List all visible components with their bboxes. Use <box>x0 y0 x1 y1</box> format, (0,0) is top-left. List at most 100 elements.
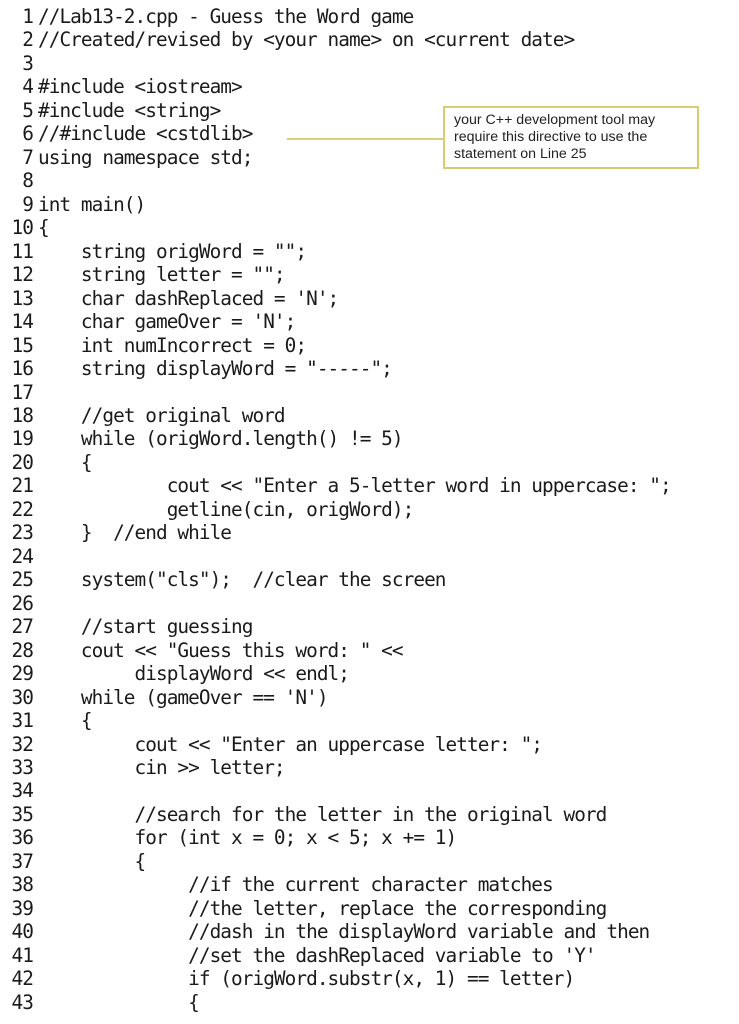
code-text: int numIncorrect = 0; <box>38 333 307 357</box>
code-line: 34 <box>0 779 671 802</box>
line-number: 40 <box>11 920 34 944</box>
code-line: 31 { <box>0 709 671 732</box>
line-number: 41 <box>11 943 34 967</box>
code-line: 9 int main() <box>0 193 671 216</box>
code-text: while (origWord.length() != 5) <box>38 427 404 451</box>
code-text: { <box>38 849 147 873</box>
code-line: 17 <box>0 381 671 404</box>
code-line: 36 for (int x = 0; x < 5; x += 1) <box>0 826 671 849</box>
code-text: cout << "Enter an uppercase letter: "; <box>38 732 543 756</box>
line-number: 16 <box>11 357 34 381</box>
line-number: 12 <box>11 263 34 287</box>
code-line: 29 displayWord << endl; <box>0 662 671 685</box>
line-number: 36 <box>11 826 34 850</box>
line-number: 2 <box>22 28 34 52</box>
code-text: //search for the letter in the original … <box>38 802 608 826</box>
code-line: 21 cout << "Enter a 5-letter word in upp… <box>0 474 672 498</box>
code-text: { <box>38 709 93 733</box>
code-text: } //end while <box>38 521 232 545</box>
line-number: 38 <box>11 873 34 897</box>
code-text: cout << "Guess this word: " << <box>38 638 404 662</box>
line-number: 1 <box>22 5 34 28</box>
line-number: 34 <box>11 779 34 803</box>
callout-leader-line <box>287 138 444 140</box>
callout-text-line: require this directive to use the <box>454 129 648 145</box>
code-line: 42 if (origWord.substr(x, 1) == letter) <box>0 967 671 990</box>
code-line: 16 string displayWord = "-----"; <box>0 357 671 380</box>
code-line: 43 { <box>0 991 671 1014</box>
code-text: //#include <cstdlib> <box>38 122 253 146</box>
code-line: 37 { <box>0 850 671 873</box>
code-line: 38 //if the current character matches <box>0 873 671 896</box>
line-number: 17 <box>11 380 34 404</box>
code-text: using namespace std; <box>38 145 253 169</box>
line-number: 20 <box>11 450 34 474</box>
line-number: 35 <box>11 802 34 826</box>
line-number: 4 <box>22 75 34 99</box>
code-text: char dashReplaced = 'N'; <box>38 286 339 310</box>
code-line: 1//Lab13-2.cpp - Guess the Word game <box>0 5 671 28</box>
code-text: #include <string> <box>38 98 221 122</box>
code-text: { <box>38 990 200 1014</box>
code-text: while (gameOver == 'N') <box>38 685 329 709</box>
code-line: 24 <box>0 545 671 568</box>
line-number: 3 <box>22 51 34 75</box>
code-line: 25 system("cls"); //clear the screen <box>0 568 671 591</box>
line-number: 30 <box>11 685 34 709</box>
code-line: 26 <box>0 592 671 615</box>
line-number: 6 <box>22 122 34 146</box>
code-text: string origWord = ""; <box>38 239 307 263</box>
code-line: 11 string origWord = ""; <box>0 240 671 263</box>
line-number: 23 <box>11 521 34 545</box>
code-line: 8 <box>0 169 671 192</box>
line-number: 18 <box>11 403 34 427</box>
code-line: 33 cin >> letter; <box>0 756 671 779</box>
code-text: //set the dashReplaced variable to 'Y' <box>38 943 596 967</box>
code-line: 3 <box>0 52 671 75</box>
code-line: 10{ <box>0 216 671 239</box>
line-number: 39 <box>11 896 34 920</box>
code-text: for (int x = 0; x < 5; x += 1) <box>38 826 458 850</box>
code-text: //Created/revised by <your name> on <cur… <box>38 28 575 52</box>
line-number: 14 <box>11 310 34 334</box>
code-text: { <box>38 450 93 474</box>
code-line: 12 string letter = ""; <box>0 263 671 286</box>
code-text: cout << "Enter a 5-letter word in upperc… <box>38 474 672 498</box>
code-text: int main() <box>38 192 146 216</box>
code-text: if (origWord.substr(x, 1) == letter) <box>38 967 575 991</box>
code-text: string displayWord = "-----"; <box>38 357 393 381</box>
line-number: 29 <box>11 662 34 686</box>
code-text: //dash in the displayWord variable and t… <box>38 920 650 944</box>
code-text: getline(cin, origWord); <box>38 497 415 521</box>
code-line: 14 char gameOver = 'N'; <box>0 310 671 333</box>
line-number: 22 <box>11 497 34 521</box>
line-number: 7 <box>22 145 34 169</box>
code-line: 35 //search for the letter in the origin… <box>0 803 671 826</box>
code-line: 32 cout << "Enter an uppercase letter: "… <box>0 733 671 756</box>
code-line: 18 //get original word <box>0 404 671 427</box>
code-line: 4 #include <iostream> <box>0 75 671 98</box>
code-text: system("cls"); //clear the screen <box>38 568 447 592</box>
line-number: 26 <box>11 591 34 615</box>
code-text: { <box>38 216 50 240</box>
line-number: 31 <box>11 709 34 733</box>
code-text: //start guessing <box>38 615 254 639</box>
code-line: 13 char dashReplaced = 'N'; <box>0 287 671 310</box>
code-line: 40 //dash in the displayWord variable an… <box>0 920 671 943</box>
code-line: 41 //set the dashReplaced variable to 'Y… <box>0 944 671 967</box>
code-text: string letter = ""; <box>38 263 286 287</box>
code-text: //the letter, replace the corresponding <box>38 896 607 920</box>
line-number: 43 <box>11 990 34 1014</box>
code-text: //Lab13-2.cpp - Guess the Word game <box>38 5 414 28</box>
code-line: 19 while (origWord.length() != 5) <box>0 427 671 450</box>
code-text: //if the current character matches <box>38 873 554 897</box>
code-text: cin >> letter; <box>38 756 286 779</box>
code-line: 20 { <box>0 451 671 474</box>
callout-text-line: statement on Line 25 <box>454 146 587 162</box>
code-line: 27 //start guessing <box>0 615 671 638</box>
code-line: 23 } //end while <box>0 521 671 544</box>
callout-text-line: your C++ development tool may <box>454 112 656 128</box>
line-number: 5 <box>22 98 34 122</box>
line-number: 27 <box>11 615 34 639</box>
line-number: 10 <box>11 216 34 240</box>
